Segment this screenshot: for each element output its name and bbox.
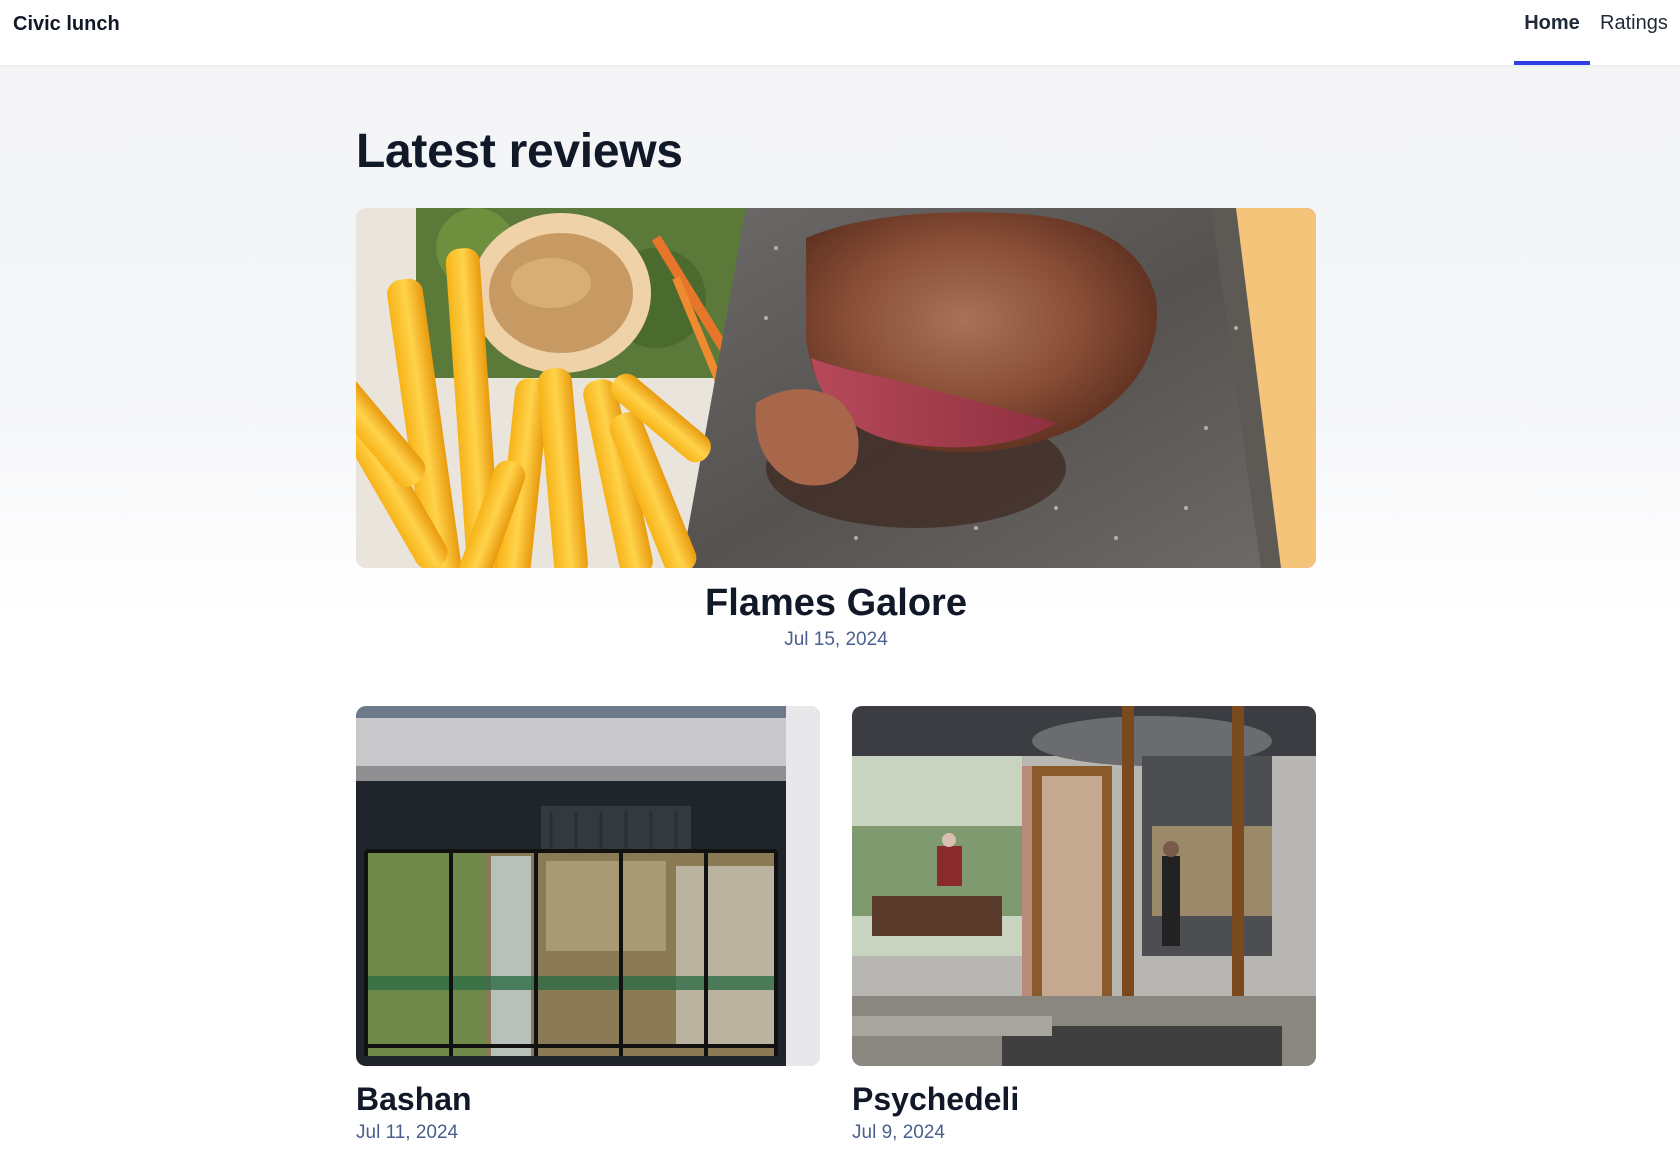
review-title-bashan[interactable]: Bashan xyxy=(356,1081,472,1118)
steak-and-chips-image xyxy=(356,208,1316,568)
featured-review-date: Jul 15, 2024 xyxy=(784,629,888,650)
cafe-entrance-image xyxy=(852,706,1316,1066)
top-navigation-bar: Civic lunch Home Ratings xyxy=(0,0,1680,65)
nav-link-home[interactable]: Home xyxy=(1514,0,1590,65)
featured-review-image[interactable] xyxy=(356,208,1316,568)
review-image-psychedeli[interactable] xyxy=(852,706,1316,1066)
brand-link[interactable]: Civic lunch xyxy=(13,13,120,36)
featured-review-title[interactable]: Flames Galore xyxy=(356,582,1316,625)
review-date-psychedeli: Jul 9, 2024 xyxy=(852,1122,945,1143)
review-date-bashan: Jul 11, 2024 xyxy=(356,1122,459,1143)
main-nav: Home Ratings xyxy=(1514,0,1680,65)
review-title-psychedeli[interactable]: Psychedeli xyxy=(852,1081,1019,1118)
review-image-bashan[interactable] xyxy=(356,706,820,1066)
nav-link-ratings[interactable]: Ratings xyxy=(1593,0,1680,65)
restaurant-storefront-image xyxy=(356,706,820,1066)
page-heading: Latest reviews xyxy=(356,125,683,178)
